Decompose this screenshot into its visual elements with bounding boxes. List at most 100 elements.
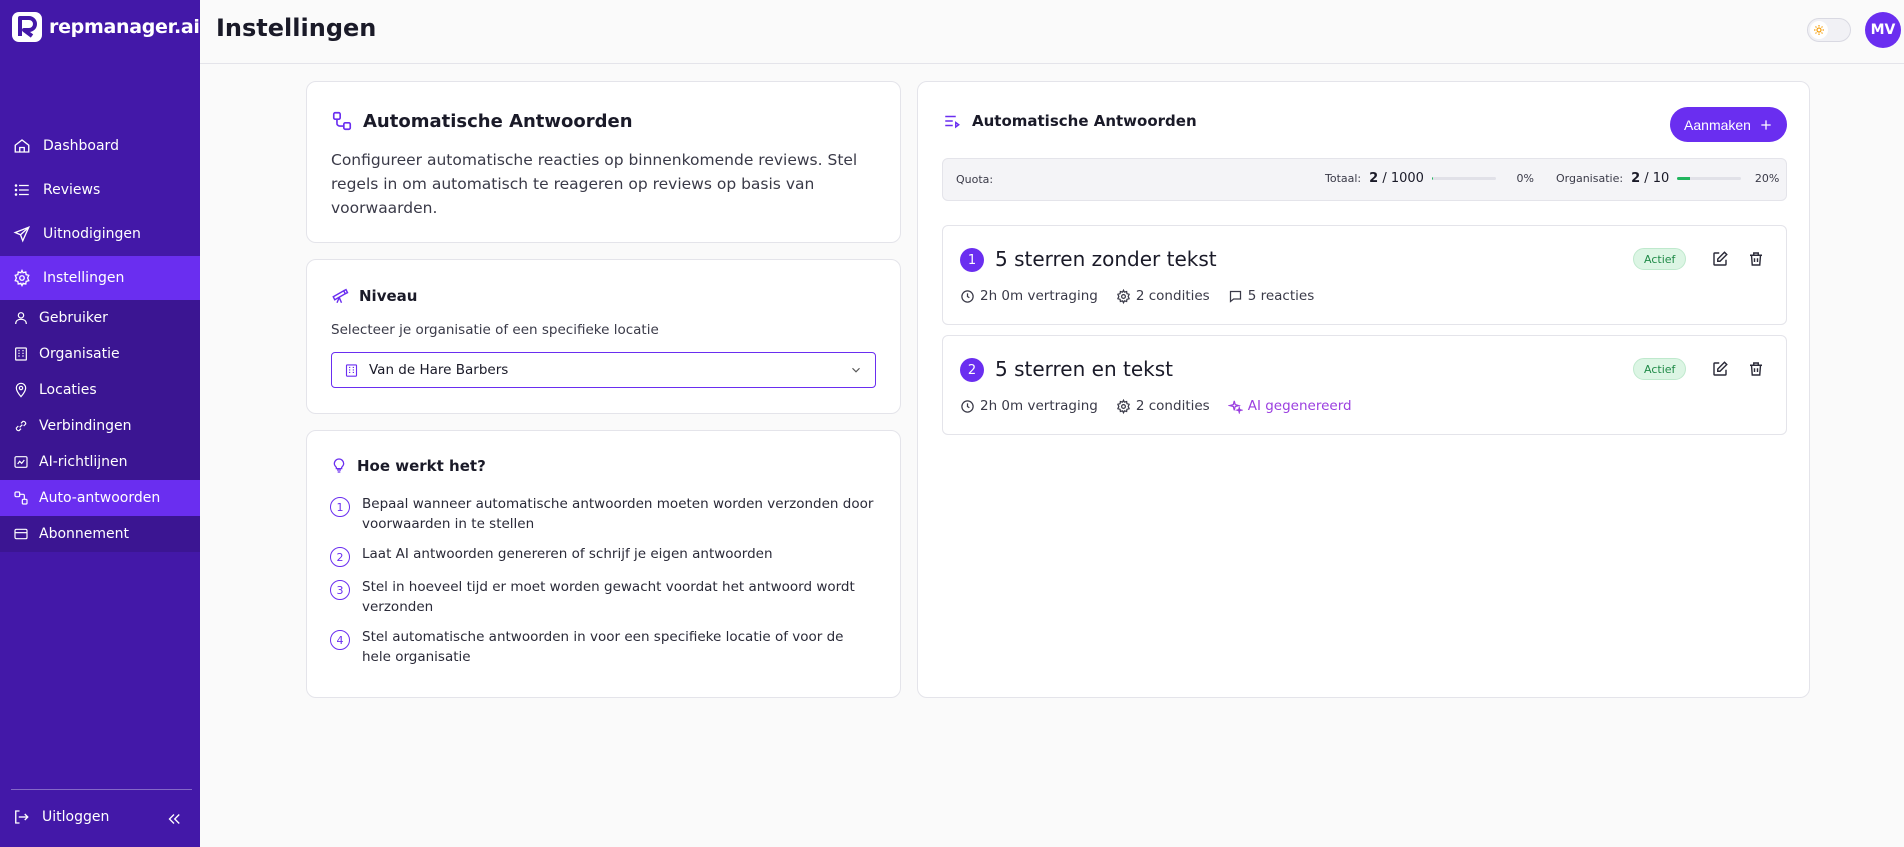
rule-conditions: 2 condities xyxy=(1116,288,1210,304)
rule-number: 1 xyxy=(960,248,984,272)
step-text: Bepaal wanneer automatische antwoorden m… xyxy=(362,496,874,532)
user-avatar[interactable]: MV xyxy=(1865,12,1901,48)
niveau-title: Niveau xyxy=(359,287,418,305)
edit-icon[interactable] xyxy=(1711,250,1729,268)
sidebar-item-label: Instellingen xyxy=(43,270,125,286)
logout-button[interactable]: Uitloggen xyxy=(12,808,188,826)
how-title-row: Hoe werkt het? xyxy=(331,457,486,475)
sun-icon xyxy=(1814,25,1824,35)
sidebar-item-abonnement[interactable]: Abonnement xyxy=(0,516,200,552)
building-icon xyxy=(345,363,358,377)
rule-delay-text: 2h 0m vertraging xyxy=(980,398,1098,414)
location-select[interactable]: Van de Hare Barbers xyxy=(331,352,876,388)
building-icon xyxy=(15,347,27,361)
sidebar-item-uitnodigingen[interactable]: Uitnodigingen xyxy=(0,212,200,256)
gear-icon xyxy=(14,269,30,287)
trash-icon[interactable] xyxy=(1747,360,1765,378)
brand-logo[interactable]: repmanager.ai xyxy=(11,11,200,43)
collapse-sidebar-icon[interactable] xyxy=(165,810,183,828)
sidebar-item-gebruiker[interactable]: Gebruiker xyxy=(0,300,200,336)
sidebar-item-label: Auto-antwoorden xyxy=(39,490,161,506)
gear-icon xyxy=(1116,398,1130,414)
sidebar: repmanager.ai Dashboard Reviews Uitnodig… xyxy=(0,0,200,847)
step-text: Stel automatische antwoorden in voor een… xyxy=(362,629,844,665)
rule-title: 5 sterren en tekst xyxy=(995,357,1173,381)
step-number: 2 xyxy=(330,547,350,567)
how-it-works-card: Hoe werkt het? 1 Bepaal wanneer automati… xyxy=(306,430,901,698)
auto-reply-icon xyxy=(332,111,352,131)
ai-icon xyxy=(14,456,28,468)
quota-total-percent: 0% xyxy=(1516,172,1534,185)
credit-card-icon xyxy=(14,528,28,540)
quota-label: Quota: xyxy=(956,173,994,186)
status-badge: Actief xyxy=(1633,248,1687,270)
sidebar-item-label: Uitnodigingen xyxy=(43,226,141,242)
quota-total-used: 2 xyxy=(1369,171,1379,186)
edit-icon[interactable] xyxy=(1711,360,1729,378)
quota-org: Organisatie: 2 / 10 20% xyxy=(1556,171,1779,186)
rule-card[interactable]: 1 5 sterren zonder tekst Actief 2h 0m ve… xyxy=(942,225,1787,325)
intro-card: Automatische Antwoorden Configureer auto… xyxy=(306,81,901,243)
home-icon xyxy=(14,139,30,153)
sidebar-item-ai-richtlijnen[interactable]: AI-richtlijnen xyxy=(0,444,200,480)
sidebar-item-locaties[interactable]: Locaties xyxy=(0,372,200,408)
quota-total: Totaal: 2 / 1000 0% xyxy=(1325,171,1534,186)
sidebar-item-auto-antwoorden[interactable]: Auto-antwoorden xyxy=(0,480,200,516)
step-item: 3 Stel in hoeveel tijd er moet worden ge… xyxy=(330,577,875,617)
sidebar-item-organisatie[interactable]: Organisatie xyxy=(0,336,200,372)
quota-bar: Quota: Totaal: 2 / 1000 0% Organisatie: … xyxy=(942,158,1787,201)
list-icon xyxy=(14,184,29,196)
rule-conditions: 2 condities xyxy=(1116,398,1210,414)
telescope-icon xyxy=(332,288,349,304)
theme-toggle[interactable] xyxy=(1807,18,1851,42)
quota-total-max: 1000 xyxy=(1390,171,1424,186)
sidebar-item-label: Verbindingen xyxy=(39,418,132,434)
quota-total-label: Totaal: xyxy=(1325,172,1362,185)
steps-list: 1 Bepaal wanneer automatische antwoorden… xyxy=(330,494,875,677)
sidebar-item-label: AI-richtlijnen xyxy=(39,454,128,470)
sidebar-divider xyxy=(11,789,192,790)
how-title: Hoe werkt het? xyxy=(357,457,486,475)
rule-title: 5 sterren zonder tekst xyxy=(995,247,1217,271)
create-rule-button[interactable]: Aanmaken xyxy=(1670,107,1787,142)
rule-delay-text: 2h 0m vertraging xyxy=(980,288,1098,304)
sidebar-item-label: Abonnement xyxy=(39,526,130,542)
sidebar-item-label: Reviews xyxy=(43,182,101,198)
intro-description: Configureer automatische reacties op bin… xyxy=(331,151,858,217)
sidebar-item-instellingen[interactable]: Instellingen xyxy=(0,256,200,300)
rules-title: Automatische Antwoorden xyxy=(972,112,1197,130)
intro-title: Automatische Antwoorden xyxy=(363,110,633,132)
sidebar-item-dashboard[interactable]: Dashboard xyxy=(0,124,200,168)
list-arrow-icon xyxy=(945,115,960,129)
quota-org-progress-fill xyxy=(1677,177,1691,180)
rule-meta: 2h 0m vertraging 2 condities AI gegenere… xyxy=(960,398,1352,414)
quota-org-progress xyxy=(1677,177,1742,180)
niveau-subtitle: Selecteer je organisatie of een specifie… xyxy=(331,322,659,338)
rule-replies-text: 5 reacties xyxy=(1247,288,1315,304)
user-icon xyxy=(15,312,27,325)
sidebar-item-label: Locaties xyxy=(39,382,97,398)
plus-icon xyxy=(1761,119,1771,130)
clock-icon xyxy=(961,399,974,413)
create-rule-label: Aanmaken xyxy=(1684,116,1751,133)
sidebar-item-verbindingen[interactable]: Verbindingen xyxy=(0,408,200,444)
step-number: 3 xyxy=(330,580,350,600)
rule-meta: 2h 0m vertraging 2 condities 5 reacties xyxy=(960,288,1314,304)
rule-conditions-text: 2 condities xyxy=(1135,398,1210,414)
logout-label: Uitloggen xyxy=(42,809,110,825)
quota-total-separator: / xyxy=(1382,171,1387,186)
sidebar-item-label: Dashboard xyxy=(43,138,119,154)
chevron-down-icon xyxy=(852,367,860,373)
sidebar-item-reviews[interactable]: Reviews xyxy=(0,168,200,212)
logo-icon xyxy=(12,12,42,42)
link-icon xyxy=(15,420,27,432)
trash-icon[interactable] xyxy=(1747,250,1765,268)
quota-org-percent: 20% xyxy=(1754,172,1780,185)
quota-org-separator: / xyxy=(1644,171,1649,186)
rule-card[interactable]: 2 5 sterren en tekst Actief 2h 0m vertra… xyxy=(942,335,1787,435)
rule-replies: 5 reacties xyxy=(1228,288,1315,304)
step-text: Laat AI antwoorden genereren of schrijf … xyxy=(362,546,773,562)
rules-panel: Automatische Antwoorden Aanmaken Quota: … xyxy=(917,81,1810,698)
brand-name: repmanager.ai xyxy=(49,16,200,38)
location-select-value: Van de Hare Barbers xyxy=(369,362,509,378)
